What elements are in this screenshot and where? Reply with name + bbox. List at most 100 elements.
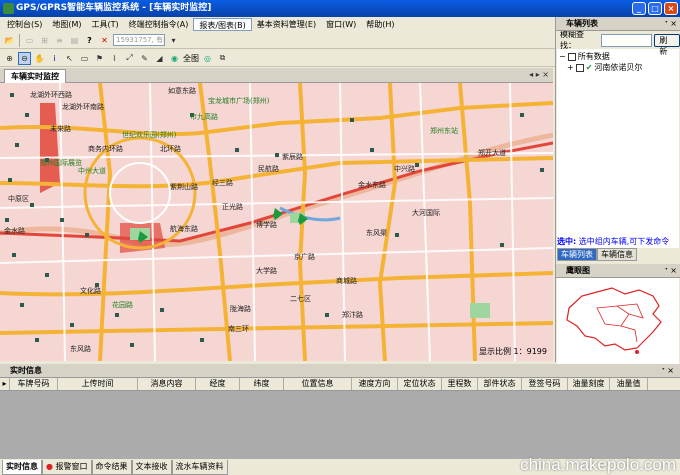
panel-controls[interactable]: ᐩ × — [665, 17, 677, 31]
china-map-icon — [566, 287, 662, 354]
tab-command-results[interactable]: 命令结果 — [91, 460, 132, 475]
map-label: 中原区 — [8, 195, 29, 203]
menu-tools[interactable]: 工具(T) — [86, 18, 123, 31]
map-label: 东风路 — [70, 345, 91, 353]
delete-icon[interactable]: ✕ — [98, 34, 111, 47]
column-header[interactable]: 油量刻度 — [568, 378, 610, 390]
menu-basic-data[interactable]: 基本资料管理(E) — [252, 18, 321, 31]
panel-controls[interactable]: ᐩ × — [662, 364, 674, 378]
tab-controls[interactable]: ◂ ▸ × — [529, 70, 549, 79]
column-header[interactable]: 车牌号码 — [10, 378, 58, 390]
check-icon: ✔ — [585, 63, 593, 72]
map-canvas[interactable]: 龙湖外环西路 龙湖外环南路 如意东路 宝龙城市广场(郑州) 市九高路 未来路 世… — [0, 83, 553, 361]
map-label: 中州大道 — [78, 167, 106, 175]
map-label: 郑开大道 — [478, 149, 506, 157]
right-panel: 车辆列表 ᐩ × 模糊查找： 刷新 − 所有数据 + ✔ 河南依诺贝尔 选中: … — [555, 17, 680, 368]
info-icon[interactable]: i — [48, 52, 61, 65]
alarm-icon: ● — [46, 462, 53, 471]
fuzzy-search-input[interactable] — [601, 33, 653, 47]
map-label: 京广路 — [294, 253, 315, 261]
column-header[interactable]: 上传时间 — [58, 378, 138, 390]
globe-icon[interactable]: ◉ — [168, 52, 181, 65]
tab-realtime-info[interactable]: 实时信息 — [2, 460, 42, 475]
panel-title: 车辆列表 — [566, 19, 598, 28]
map-label: 博学路 — [256, 221, 277, 229]
flag-icon[interactable]: ⚑ — [93, 52, 106, 65]
menu-bar: 控制台(S) 地图(M) 工具(T) 终端控制指令(A) 报表/图表(B) 基本… — [0, 17, 555, 32]
menu-window[interactable]: 窗口(W) — [321, 18, 361, 31]
map-label: 正光路 — [222, 203, 243, 211]
zoom-in-icon[interactable]: ⊕ — [3, 52, 16, 65]
panel-title: 实时信息 — [10, 366, 42, 375]
menu-terminal-commands[interactable]: 终端控制指令(A) — [124, 18, 194, 31]
column-header[interactable]: 消息内容 — [138, 378, 196, 390]
maximize-button[interactable]: □ — [648, 2, 662, 15]
map-label: 大学路 — [256, 267, 277, 275]
column-header[interactable]: 速度方向 — [352, 378, 398, 390]
column-header[interactable]: 纬度 — [240, 378, 284, 390]
refresh-button[interactable]: 刷新 — [654, 33, 680, 56]
tab-vehicle-info[interactable]: 车辆信息 — [597, 248, 637, 261]
column-header[interactable]: 定位状态 — [398, 378, 442, 390]
main-toolbar: 📂 ▭ ⊞ ≡ ▤ ? ✕ 15931757, 有问题! ▾ — [0, 32, 555, 49]
map-label: 世纪欢乐园(郑州) — [122, 131, 177, 139]
expand-icon[interactable]: − — [559, 52, 566, 61]
map-toolbar: ⊕ ⊖ ✋ i ↖ ▭ ⚑ ⌇ ⤢ ✎ ◢ ◉ 全图 ◎ ⧉ — [0, 50, 555, 67]
pin-icon[interactable]: ✎ — [138, 52, 151, 65]
column-header[interactable]: 里程数 — [442, 378, 478, 390]
menu-reports[interactable]: 报表/图表(B) — [193, 18, 252, 31]
column-header[interactable]: 登签号码 — [522, 378, 568, 390]
selection-bar: 选中: 选中组内车辆,可下发命令 — [557, 235, 679, 248]
chart-icon[interactable]: ◢ — [153, 52, 166, 65]
open-folder-icon[interactable]: 📂 — [3, 34, 16, 47]
layer-icon[interactable]: ⧉ — [216, 52, 229, 65]
tree-checkbox[interactable] — [575, 63, 584, 72]
tab-vehicle-data[interactable]: 流水车辆资料 — [171, 460, 228, 475]
menu-console[interactable]: 控制台(S) — [2, 18, 47, 31]
tab-vehicle-list[interactable]: 车辆列表 — [557, 248, 597, 261]
selection-value: 选中组内车辆,可下发命令 — [578, 237, 670, 246]
refresh-map-icon[interactable]: ◎ — [201, 52, 214, 65]
vehicle-list-header: 车辆列表 ᐩ × — [556, 17, 680, 31]
panel-tabs: 车辆列表 车辆信息 — [557, 248, 679, 261]
map-label: 龙湖外环南路 — [62, 103, 104, 111]
minimize-button[interactable]: _ — [632, 2, 646, 15]
zoom-out-icon[interactable]: ⊖ — [18, 51, 31, 65]
column-header[interactable]: 经度 — [196, 378, 240, 390]
rectangle-select-icon[interactable]: ▭ — [78, 52, 91, 65]
measure-icon[interactable]: ⤢ — [123, 52, 136, 65]
info-table-body[interactable] — [0, 391, 680, 459]
tab-text-receive[interactable]: 文本接收 — [131, 460, 172, 475]
map-label: 中兴路 — [394, 165, 415, 173]
expand-icon[interactable]: + — [567, 63, 574, 72]
selection-label: 选中: — [557, 237, 577, 246]
vehicle-search-input[interactable]: 15931757, 有问题! — [113, 34, 165, 46]
column-header[interactable]: ▸ — [0, 378, 10, 390]
select-arrow-icon[interactable]: ↖ — [63, 52, 76, 65]
help-icon[interactable]: ? — [83, 34, 96, 47]
eagle-eye-map[interactable] — [557, 278, 679, 368]
column-header[interactable]: 部件状态 — [478, 378, 522, 390]
panel-controls[interactable]: ᐩ × — [665, 264, 677, 278]
dropdown-icon[interactable]: ▾ — [167, 34, 180, 47]
tab-alarm-window[interactable]: ● 报警窗口 — [42, 460, 92, 475]
lock-icon[interactable]: ▤ — [68, 34, 81, 47]
pan-hand-icon[interactable]: ✋ — [33, 52, 46, 65]
tab-vehicle-monitor[interactable]: 车辆实时监控 — [4, 69, 66, 83]
toolbar-separator — [19, 33, 20, 47]
menu-map[interactable]: 地图(M) — [47, 18, 86, 31]
full-map-label[interactable]: 全图 — [183, 53, 199, 64]
title-bar: GPS/GPRS智能车辆监控系统 - [车辆实时监控] _ □ × — [0, 0, 680, 17]
tree-node-company[interactable]: + ✔ 河南依诺贝尔 — [559, 62, 677, 73]
column-header[interactable]: 位置信息 — [284, 378, 352, 390]
map-label: 紫荆山路 — [170, 183, 198, 191]
menu-help[interactable]: 帮助(H) — [361, 18, 399, 31]
close-button[interactable]: × — [664, 2, 678, 15]
list-icon[interactable]: ≡ — [53, 34, 66, 47]
car-icon[interactable]: ▭ — [23, 34, 36, 47]
column-header[interactable]: 油量值 — [610, 378, 648, 390]
route-icon[interactable]: ⌇ — [108, 52, 121, 65]
tree-node-label: 河南依诺贝尔 — [594, 63, 643, 72]
connect-icon[interactable]: ⊞ — [38, 34, 51, 47]
tree-checkbox[interactable] — [567, 52, 576, 61]
